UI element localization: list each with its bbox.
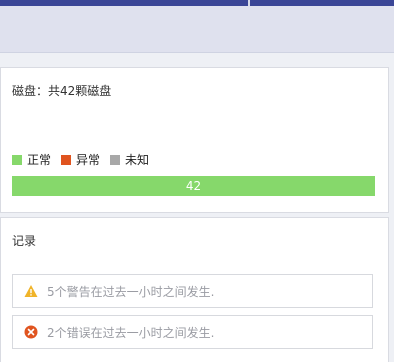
sub-header [0, 6, 394, 53]
legend-label-unknown: 未知 [125, 153, 150, 167]
log-panel: 记录 5个警告在过去一小时之间发生. 2个错误在过去一小时之间发生. [0, 217, 389, 362]
disk-legend: 正常 异常 未知 [12, 153, 159, 167]
legend-label-abnormal: 异常 [76, 153, 101, 167]
warning-icon [24, 285, 38, 297]
log-panel-title: 记录 [12, 234, 37, 248]
error-icon [24, 325, 38, 339]
error-alert-row[interactable]: 2个错误在过去一小时之间发生. [12, 315, 373, 349]
legend-item-unknown: 未知 [110, 153, 149, 167]
legend-swatch-abnormal [61, 155, 72, 165]
warning-alert-row[interactable]: 5个警告在过去一小时之间发生. [12, 274, 373, 308]
disk-panel-title: 磁盘：共42颗磁盘 [12, 84, 112, 98]
disk-panel: 磁盘：共42颗磁盘 正常 异常 未知 42 [0, 67, 389, 213]
legend-item-normal: 正常 [12, 153, 51, 167]
legend-item-abnormal: 异常 [61, 153, 100, 167]
warning-alert-text: 5个警告在过去一小时之间发生. [47, 284, 215, 299]
disk-normal-count: 42 [185, 179, 202, 193]
legend-swatch-unknown [110, 155, 121, 165]
disk-status-bar: 42 [12, 176, 375, 196]
legend-swatch-normal [12, 155, 22, 165]
error-alert-text: 2个错误在过去一小时之间发生. [47, 325, 215, 340]
legend-label-normal: 正常 [27, 153, 52, 167]
